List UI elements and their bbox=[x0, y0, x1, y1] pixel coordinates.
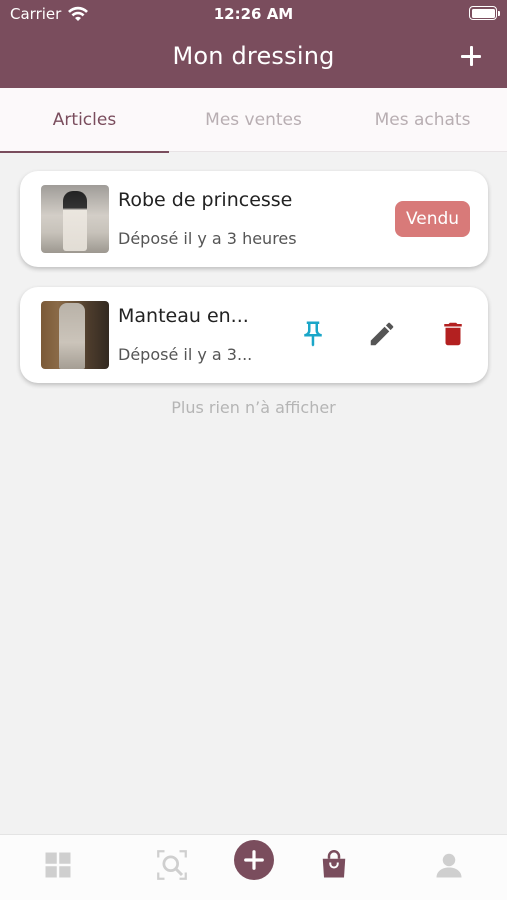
nav-profile[interactable] bbox=[429, 845, 469, 885]
page-title: Mon dressing bbox=[172, 42, 335, 70]
status-bar: Carrier 12:26 AM bbox=[0, 0, 507, 30]
item-date: Déposé il y a 3 heures bbox=[118, 229, 297, 248]
tab-articles[interactable]: Articles bbox=[0, 88, 169, 153]
bottom-nav bbox=[0, 834, 507, 900]
edit-icon bbox=[370, 322, 394, 346]
edit-button[interactable] bbox=[367, 319, 397, 349]
delete-button[interactable] bbox=[438, 319, 468, 349]
status-time: 12:26 AM bbox=[213, 5, 294, 23]
nav-shop[interactable] bbox=[314, 845, 354, 885]
tab-mes-achats[interactable]: Mes achats bbox=[338, 88, 507, 152]
list-item[interactable]: Robe de princesse Déposé il y a 3 heures… bbox=[20, 171, 488, 267]
item-photo bbox=[41, 185, 109, 253]
tab-bar: Articles Mes ventes Mes achats bbox=[0, 88, 507, 153]
nav-search[interactable] bbox=[152, 845, 192, 885]
item-title: Robe de princesse bbox=[118, 189, 293, 211]
nav-add-button[interactable] bbox=[234, 840, 274, 880]
item-date: Déposé il y a 3... bbox=[118, 345, 253, 364]
list-item[interactable]: Manteau en... Déposé il y a 3... bbox=[20, 287, 488, 383]
shopping-bag-icon bbox=[322, 850, 346, 878]
sold-badge: Vendu bbox=[395, 201, 470, 237]
tab-mes-ventes[interactable]: Mes ventes bbox=[169, 88, 338, 152]
item-photo bbox=[41, 301, 109, 369]
add-item-button[interactable] bbox=[459, 44, 483, 68]
plus-icon bbox=[244, 850, 264, 870]
app-header: Carrier 12:26 AM Mon dressing bbox=[0, 0, 507, 88]
search-icon bbox=[157, 850, 187, 880]
trash-icon bbox=[444, 322, 462, 346]
item-title: Manteau en... bbox=[118, 305, 249, 327]
empty-list-message: Plus rien n’à afficher bbox=[171, 398, 336, 417]
battery-icon bbox=[469, 6, 500, 20]
user-icon bbox=[436, 853, 462, 878]
grid-icon bbox=[45, 852, 71, 878]
pin-icon bbox=[304, 321, 322, 347]
nav-home[interactable] bbox=[38, 845, 78, 885]
pin-button[interactable] bbox=[298, 319, 328, 349]
